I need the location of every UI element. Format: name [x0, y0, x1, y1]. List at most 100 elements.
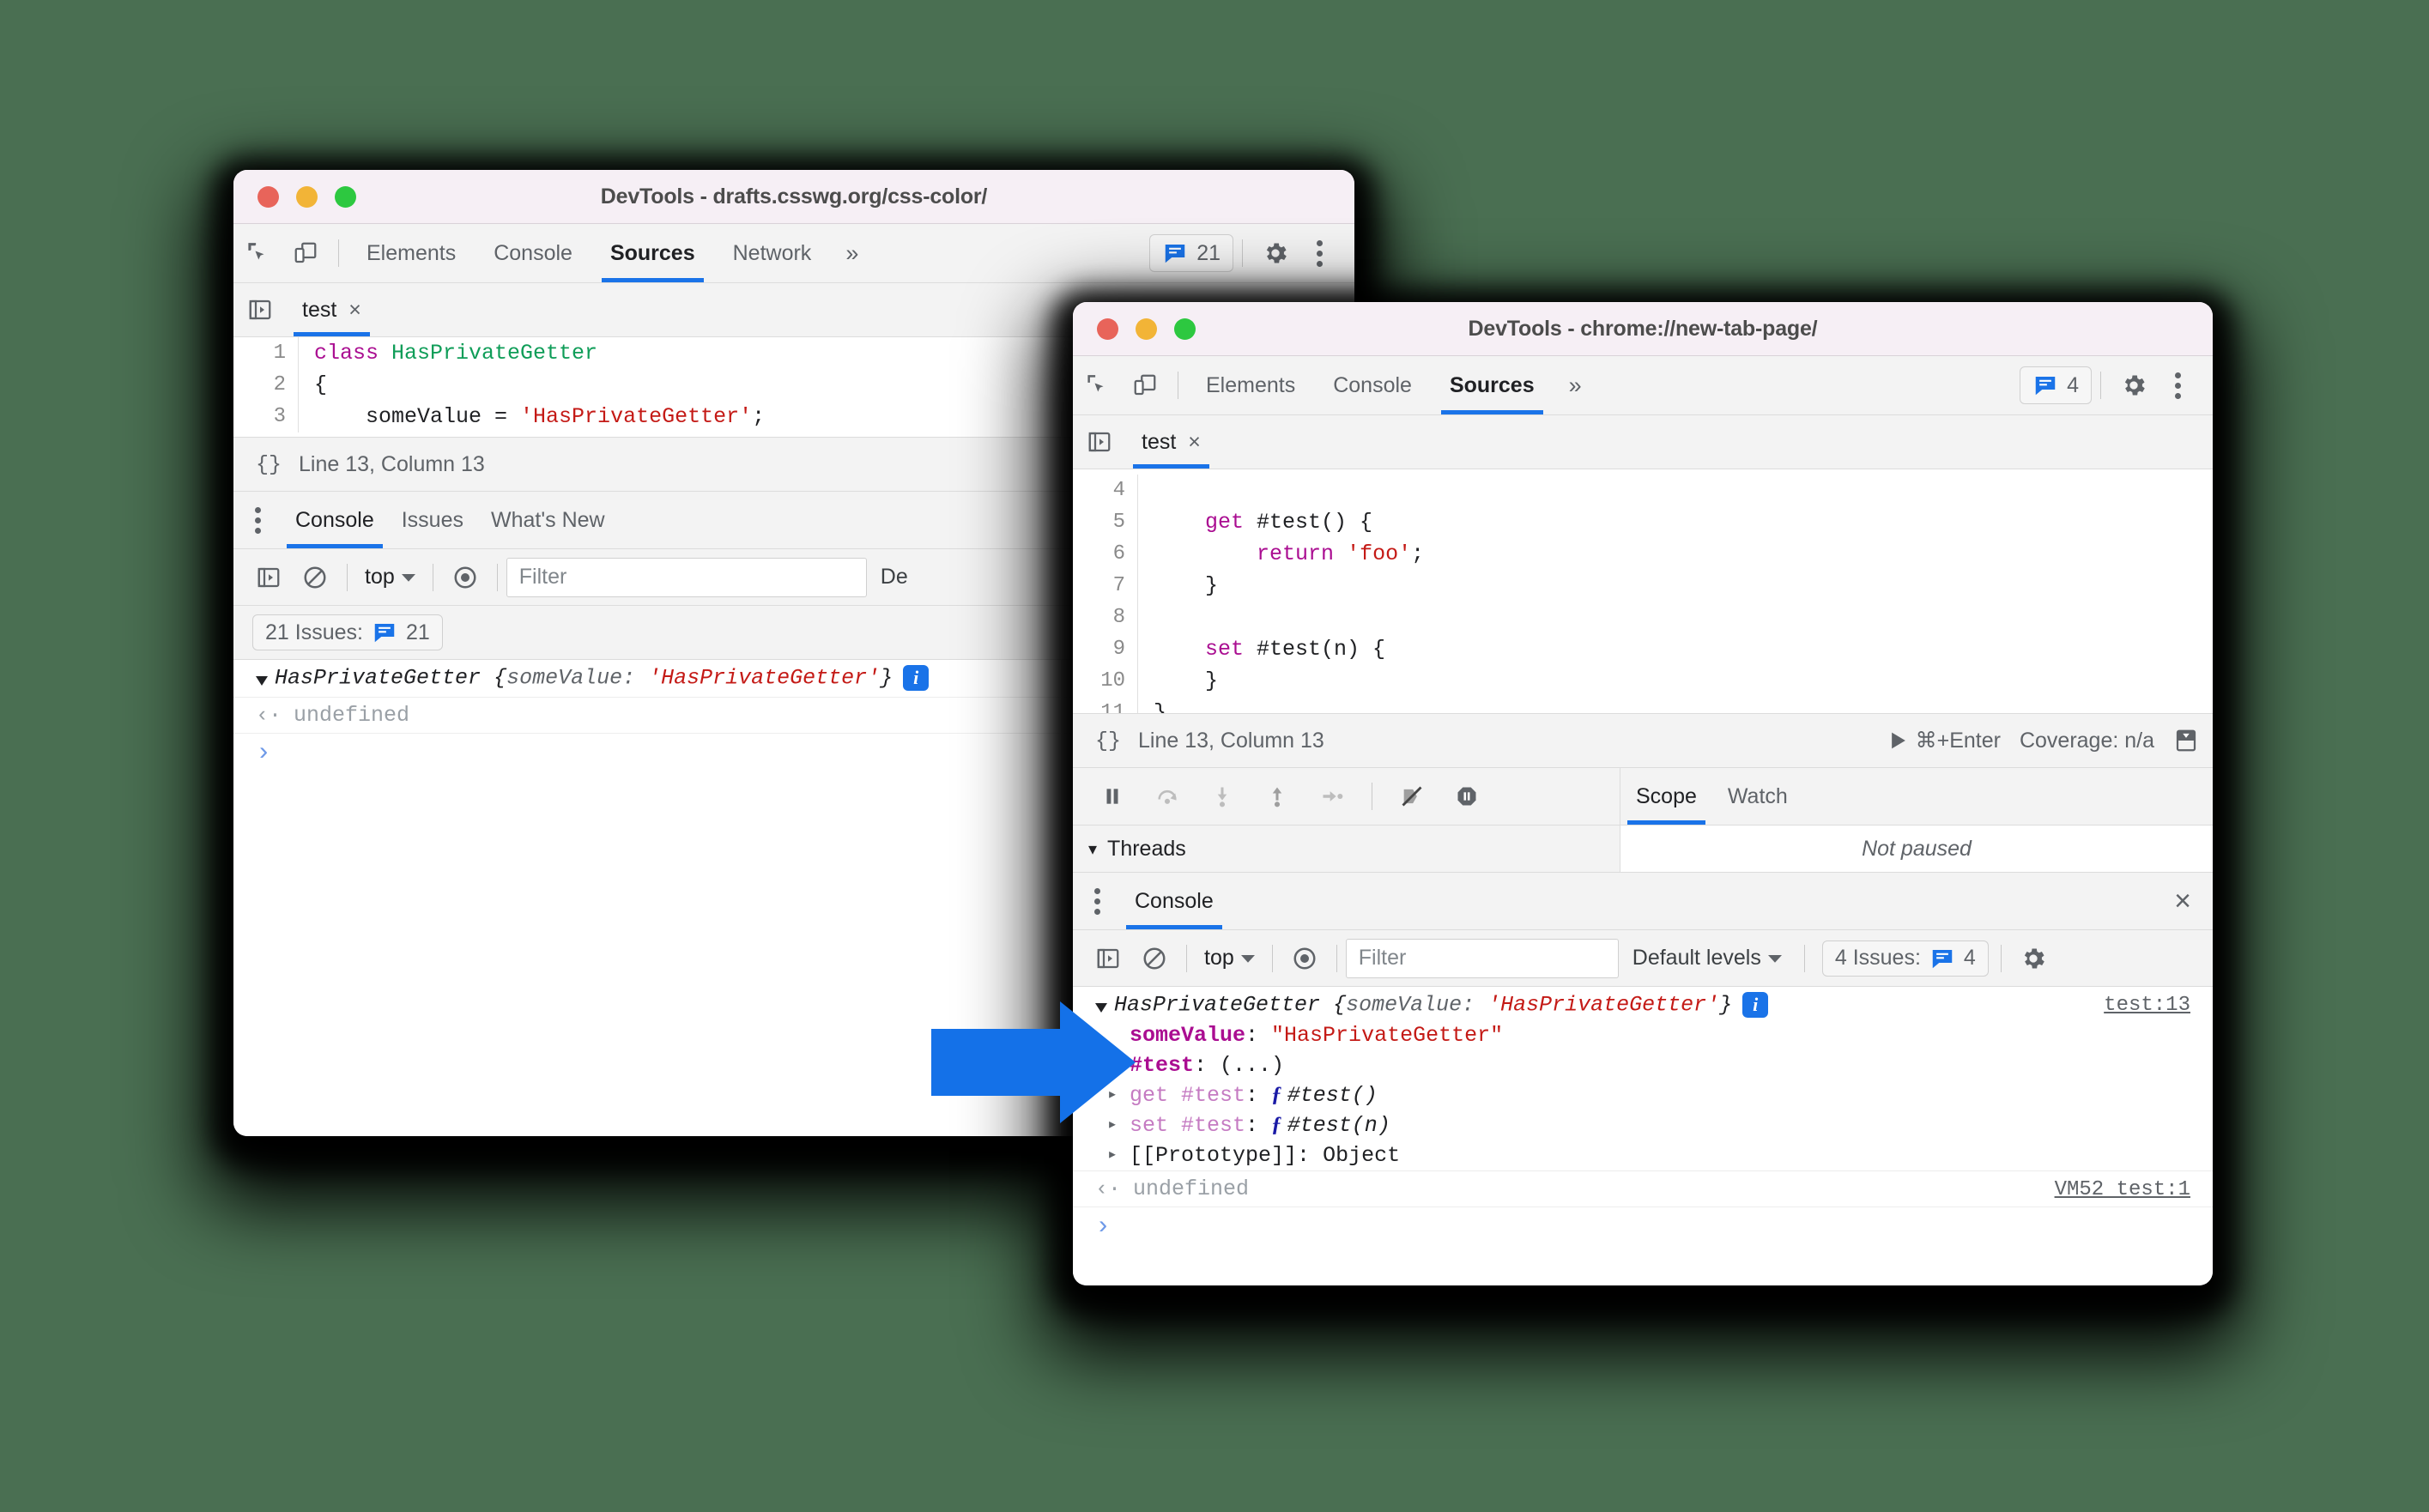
code-text[interactable]: } [1138, 570, 1218, 602]
deactivate-breakpoints-icon[interactable] [1388, 772, 1436, 820]
gear-icon[interactable] [1251, 229, 1299, 277]
drawer-tab-whats-new[interactable]: What's New [477, 492, 619, 548]
code-text[interactable]: } [1138, 665, 1218, 697]
console-sidebar-icon[interactable] [245, 554, 292, 601]
titlebar-back[interactable]: DevTools - drafts.csswg.org/css-color/ [233, 170, 1354, 224]
execution-context-selector-back[interactable]: top [356, 565, 424, 590]
code-text[interactable] [1138, 602, 1154, 633]
titlebar-front[interactable]: DevTools - chrome://new-tab-page/ [1073, 302, 2213, 356]
debugger-toolbar-front[interactable] [1073, 768, 1620, 825]
code-text[interactable]: someValue = 'HasPrivateGetter'; [299, 401, 765, 432]
clear-console-icon[interactable] [292, 554, 338, 601]
issues-badge-front[interactable]: 4 [2020, 366, 2092, 404]
device-toolbar-icon[interactable] [1121, 356, 1169, 414]
scope-watch-tabs-front[interactable]: Scope Watch [1620, 768, 2213, 825]
pretty-print-icon[interactable]: {} [1073, 729, 1138, 753]
property-expander-icon[interactable]: ▸ [1107, 1143, 1130, 1165]
console-property-row[interactable]: ▸ [[Prototype]]: Object [1073, 1140, 2213, 1170]
console-filter-input-back[interactable]: Filter [506, 557, 867, 597]
panel-tabs-front[interactable]: Elements Console Sources [1187, 356, 1554, 414]
show-navigator-icon[interactable] [1073, 415, 1126, 469]
step-out-icon[interactable] [1253, 772, 1301, 820]
info-badge-icon[interactable]: i [903, 665, 930, 691]
console-source-link-front[interactable]: test:13 [2104, 994, 2190, 1017]
inspect-element-icon[interactable] [1073, 356, 1121, 414]
tab-scope[interactable]: Scope [1620, 768, 1712, 825]
close-window-button[interactable] [1097, 318, 1118, 340]
log-levels-selector-front[interactable]: Default levels [1619, 946, 1796, 971]
inspect-element-icon[interactable] [233, 224, 282, 282]
code-text[interactable]: } [1138, 697, 1166, 713]
debugger-row-front[interactable]: Scope Watch [1073, 768, 2213, 826]
line-number[interactable]: 9 [1073, 633, 1138, 665]
step-into-icon[interactable] [1198, 772, 1246, 820]
line-number[interactable]: 8 [1073, 602, 1138, 633]
console-output-front[interactable]: HasPrivateGetter {someValue: 'HasPrivate… [1073, 987, 2213, 1285]
console-sidebar-icon[interactable] [1085, 935, 1131, 982]
line-number[interactable]: 10 [1073, 665, 1138, 697]
code-text[interactable]: return 'foo'; [1138, 538, 1424, 570]
line-number[interactable]: 1 [233, 337, 299, 369]
kebab-menu-icon[interactable] [1073, 873, 1121, 929]
pause-script-execution-icon[interactable] [1088, 772, 1136, 820]
clear-console-icon[interactable] [1131, 935, 1178, 982]
kebab-menu-icon[interactable] [233, 492, 282, 548]
line-number[interactable]: 6 [1073, 538, 1138, 570]
drawer-tab-console[interactable]: Console [282, 492, 388, 548]
line-number[interactable]: 4 [1073, 475, 1138, 506]
close-drawer-icon[interactable]: × [2153, 873, 2213, 929]
more-tabs-icon[interactable]: » [1554, 356, 1597, 414]
show-navigator-icon[interactable] [233, 283, 287, 336]
traffic-lights-front[interactable] [1073, 318, 1196, 340]
tab-console[interactable]: Console [1314, 356, 1431, 414]
minimize-window-button[interactable] [296, 185, 318, 208]
line-number[interactable]: 11 [1073, 697, 1138, 713]
console-filter-input-front[interactable]: Filter [1345, 938, 1619, 978]
console-property-row[interactable]: ▸ get #test: ƒ #test() [1073, 1080, 2213, 1110]
tab-sources[interactable]: Sources [591, 224, 714, 282]
console-toolbar-front[interactable]: top Filter Default levels 4 Issues: 4 [1073, 930, 2213, 987]
issues-summary-front[interactable]: 4 Issues: 4 [1821, 940, 1989, 977]
run-snippet-icon[interactable] [1890, 731, 1907, 750]
line-number[interactable]: 7 [1073, 570, 1138, 602]
kebab-menu-icon[interactable] [2158, 361, 2197, 409]
code-text[interactable] [1138, 475, 1154, 506]
pause-on-exceptions-icon[interactable] [1443, 772, 1491, 820]
gear-icon[interactable] [2010, 935, 2056, 982]
line-number[interactable]: 3 [233, 401, 299, 432]
gear-icon[interactable] [2110, 361, 2158, 409]
line-number[interactable]: 5 [1073, 506, 1138, 538]
tab-watch[interactable]: Watch [1712, 768, 1803, 825]
console-object-properties[interactable]: someValue: "HasPrivateGetter" #test: (...… [1073, 1020, 2213, 1170]
tab-network[interactable]: Network [714, 224, 831, 282]
code-text[interactable]: get #test() { [1138, 506, 1372, 538]
code-editor-front[interactable]: 45 get #test() {6 return 'foo'; 7 } 8 9 set… [1073, 469, 2213, 713]
close-icon[interactable]: × [1188, 430, 1201, 455]
code-text[interactable]: set #test(n) { [1138, 633, 1385, 665]
step-over-icon[interactable] [1143, 772, 1191, 820]
devtools-toolbar-back[interactable]: Elements Console Sources Network » 21 [233, 224, 1354, 283]
console-object-row-front[interactable]: HasPrivateGetter {someValue: 'HasPrivate… [1073, 987, 2213, 1020]
log-levels-partial-back[interactable]: De [867, 565, 922, 590]
tab-sources[interactable]: Sources [1431, 356, 1554, 414]
live-expression-icon[interactable] [1281, 935, 1328, 982]
tab-elements[interactable]: Elements [348, 224, 475, 282]
result-source-link-front[interactable]: VM52 test:1 [2055, 1178, 2190, 1201]
drawer-tab-issues[interactable]: Issues [388, 492, 477, 548]
file-tab-test-back[interactable]: test × [287, 283, 377, 336]
code-text[interactable]: class HasPrivateGetter [299, 337, 597, 369]
sources-file-tabs-front[interactable]: test × [1073, 415, 2213, 469]
devtools-window-front[interactable]: DevTools - chrome://new-tab-page/ Elemen… [1073, 302, 2213, 1285]
file-tab-test-front[interactable]: test × [1126, 415, 1216, 469]
show-drawer-icon[interactable] [2173, 728, 2199, 753]
kebab-menu-icon[interactable] [1299, 229, 1339, 277]
info-badge-icon[interactable]: i [1742, 992, 1769, 1018]
step-icon[interactable] [1308, 772, 1356, 820]
drawer-tab-console[interactable]: Console [1121, 873, 1227, 929]
coverage-label-front[interactable]: Coverage: n/a [2020, 729, 2154, 753]
code-text[interactable]: { [299, 369, 327, 401]
tab-console[interactable]: Console [475, 224, 591, 282]
close-window-button[interactable] [257, 185, 279, 208]
issues-summary-back[interactable]: 21 Issues: 21 [252, 614, 443, 650]
pretty-print-icon[interactable]: {} [233, 452, 299, 477]
